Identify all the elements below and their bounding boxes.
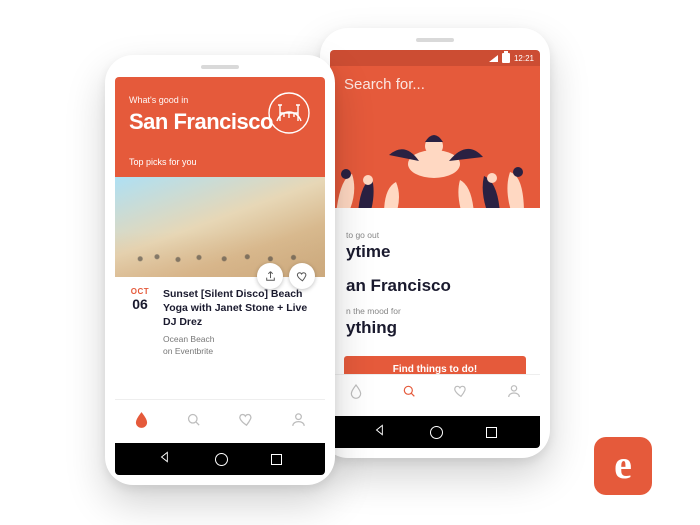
event-day: 06 <box>127 296 153 312</box>
top-picks-label: Top picks for you <box>129 157 311 167</box>
android-home-button[interactable] <box>430 426 443 439</box>
share-icon <box>264 270 277 283</box>
phone-screen-right: 12:21 Search for... <box>330 50 540 412</box>
android-home-button[interactable] <box>215 453 228 466</box>
heart-icon <box>296 270 309 283</box>
heart-icon <box>238 411 255 428</box>
favorite-button[interactable] <box>289 263 315 289</box>
heart-icon <box>453 383 469 399</box>
app-logo-letter: e <box>614 445 632 485</box>
profile-icon <box>290 411 307 428</box>
event-source: on Eventbrite <box>163 346 313 356</box>
event-body: OCT 06 Sunset [Silent Disco] Beach Yoga … <box>115 277 325 364</box>
home-icon <box>348 383 364 399</box>
home-icon <box>133 411 150 428</box>
golden-gate-icon <box>267 91 311 135</box>
event-card-actions <box>257 263 315 289</box>
android-recents-button[interactable] <box>271 454 282 465</box>
share-button[interactable] <box>257 263 283 289</box>
filter-where-value[interactable]: an Francisco <box>346 276 524 296</box>
event-text: Sunset [Silent Disco] Beach Yoga with Ja… <box>163 287 313 356</box>
event-title: Sunset [Silent Disco] Beach Yoga with Ja… <box>163 287 313 330</box>
signal-icon <box>489 55 498 62</box>
profile-icon <box>506 383 522 399</box>
battery-icon <box>502 53 510 63</box>
tab-search[interactable] <box>401 383 417 404</box>
phone-mockup-right: 12:21 Search for... <box>320 28 550 458</box>
event-card[interactable]: OCT 06 Sunset [Silent Disco] Beach Yoga … <box>115 177 325 364</box>
event-photo <box>115 177 325 277</box>
bottom-tab-bar <box>115 399 325 439</box>
square-recents-icon <box>486 427 497 438</box>
circle-home-icon <box>430 426 443 439</box>
tab-profile[interactable] <box>289 410 309 430</box>
android-back-button[interactable] <box>158 450 172 469</box>
triangle-back-icon <box>158 450 172 464</box>
status-time: 12:21 <box>514 54 534 63</box>
filter-when-label: to go out <box>346 230 524 240</box>
android-nav-bar <box>115 443 325 475</box>
filter-mood-value[interactable]: ything <box>346 318 524 338</box>
phone-speaker <box>201 65 239 69</box>
phone-speaker <box>416 38 454 42</box>
circle-home-icon <box>215 453 228 466</box>
city-hero: What's good in San Francisco Top picks f… <box>115 77 325 177</box>
tab-favorites[interactable] <box>453 383 469 404</box>
search-filters: to go out ytime an Francisco n the mood … <box>330 208 540 346</box>
tab-home[interactable] <box>348 383 364 404</box>
filter-mood-label: n the mood for <box>346 306 524 316</box>
event-month: OCT <box>127 287 153 296</box>
bottom-tab-bar <box>330 374 540 412</box>
phone-mockup-left: What's good in San Francisco Top picks f… <box>105 55 335 485</box>
square-recents-icon <box>271 454 282 465</box>
phone-screen-left: What's good in San Francisco Top picks f… <box>115 77 325 439</box>
android-nav-bar <box>330 416 540 448</box>
search-hero: Search for... <box>330 66 540 208</box>
tab-search[interactable] <box>184 410 204 430</box>
tab-favorites[interactable] <box>236 410 256 430</box>
tab-home[interactable] <box>131 410 151 430</box>
triangle-back-icon <box>373 423 387 437</box>
android-back-button[interactable] <box>373 423 387 442</box>
crowd-illustration <box>330 106 540 208</box>
search-input[interactable]: Search for... <box>344 76 526 93</box>
android-status-bar: 12:21 <box>330 50 540 66</box>
event-date: OCT 06 <box>127 287 153 356</box>
event-venue: Ocean Beach <box>163 334 313 344</box>
filter-when-value[interactable]: ytime <box>346 242 524 262</box>
tab-profile[interactable] <box>506 383 522 404</box>
search-icon <box>401 383 417 399</box>
android-recents-button[interactable] <box>486 427 497 438</box>
app-logo-badge: e <box>594 437 652 495</box>
search-icon <box>185 411 202 428</box>
